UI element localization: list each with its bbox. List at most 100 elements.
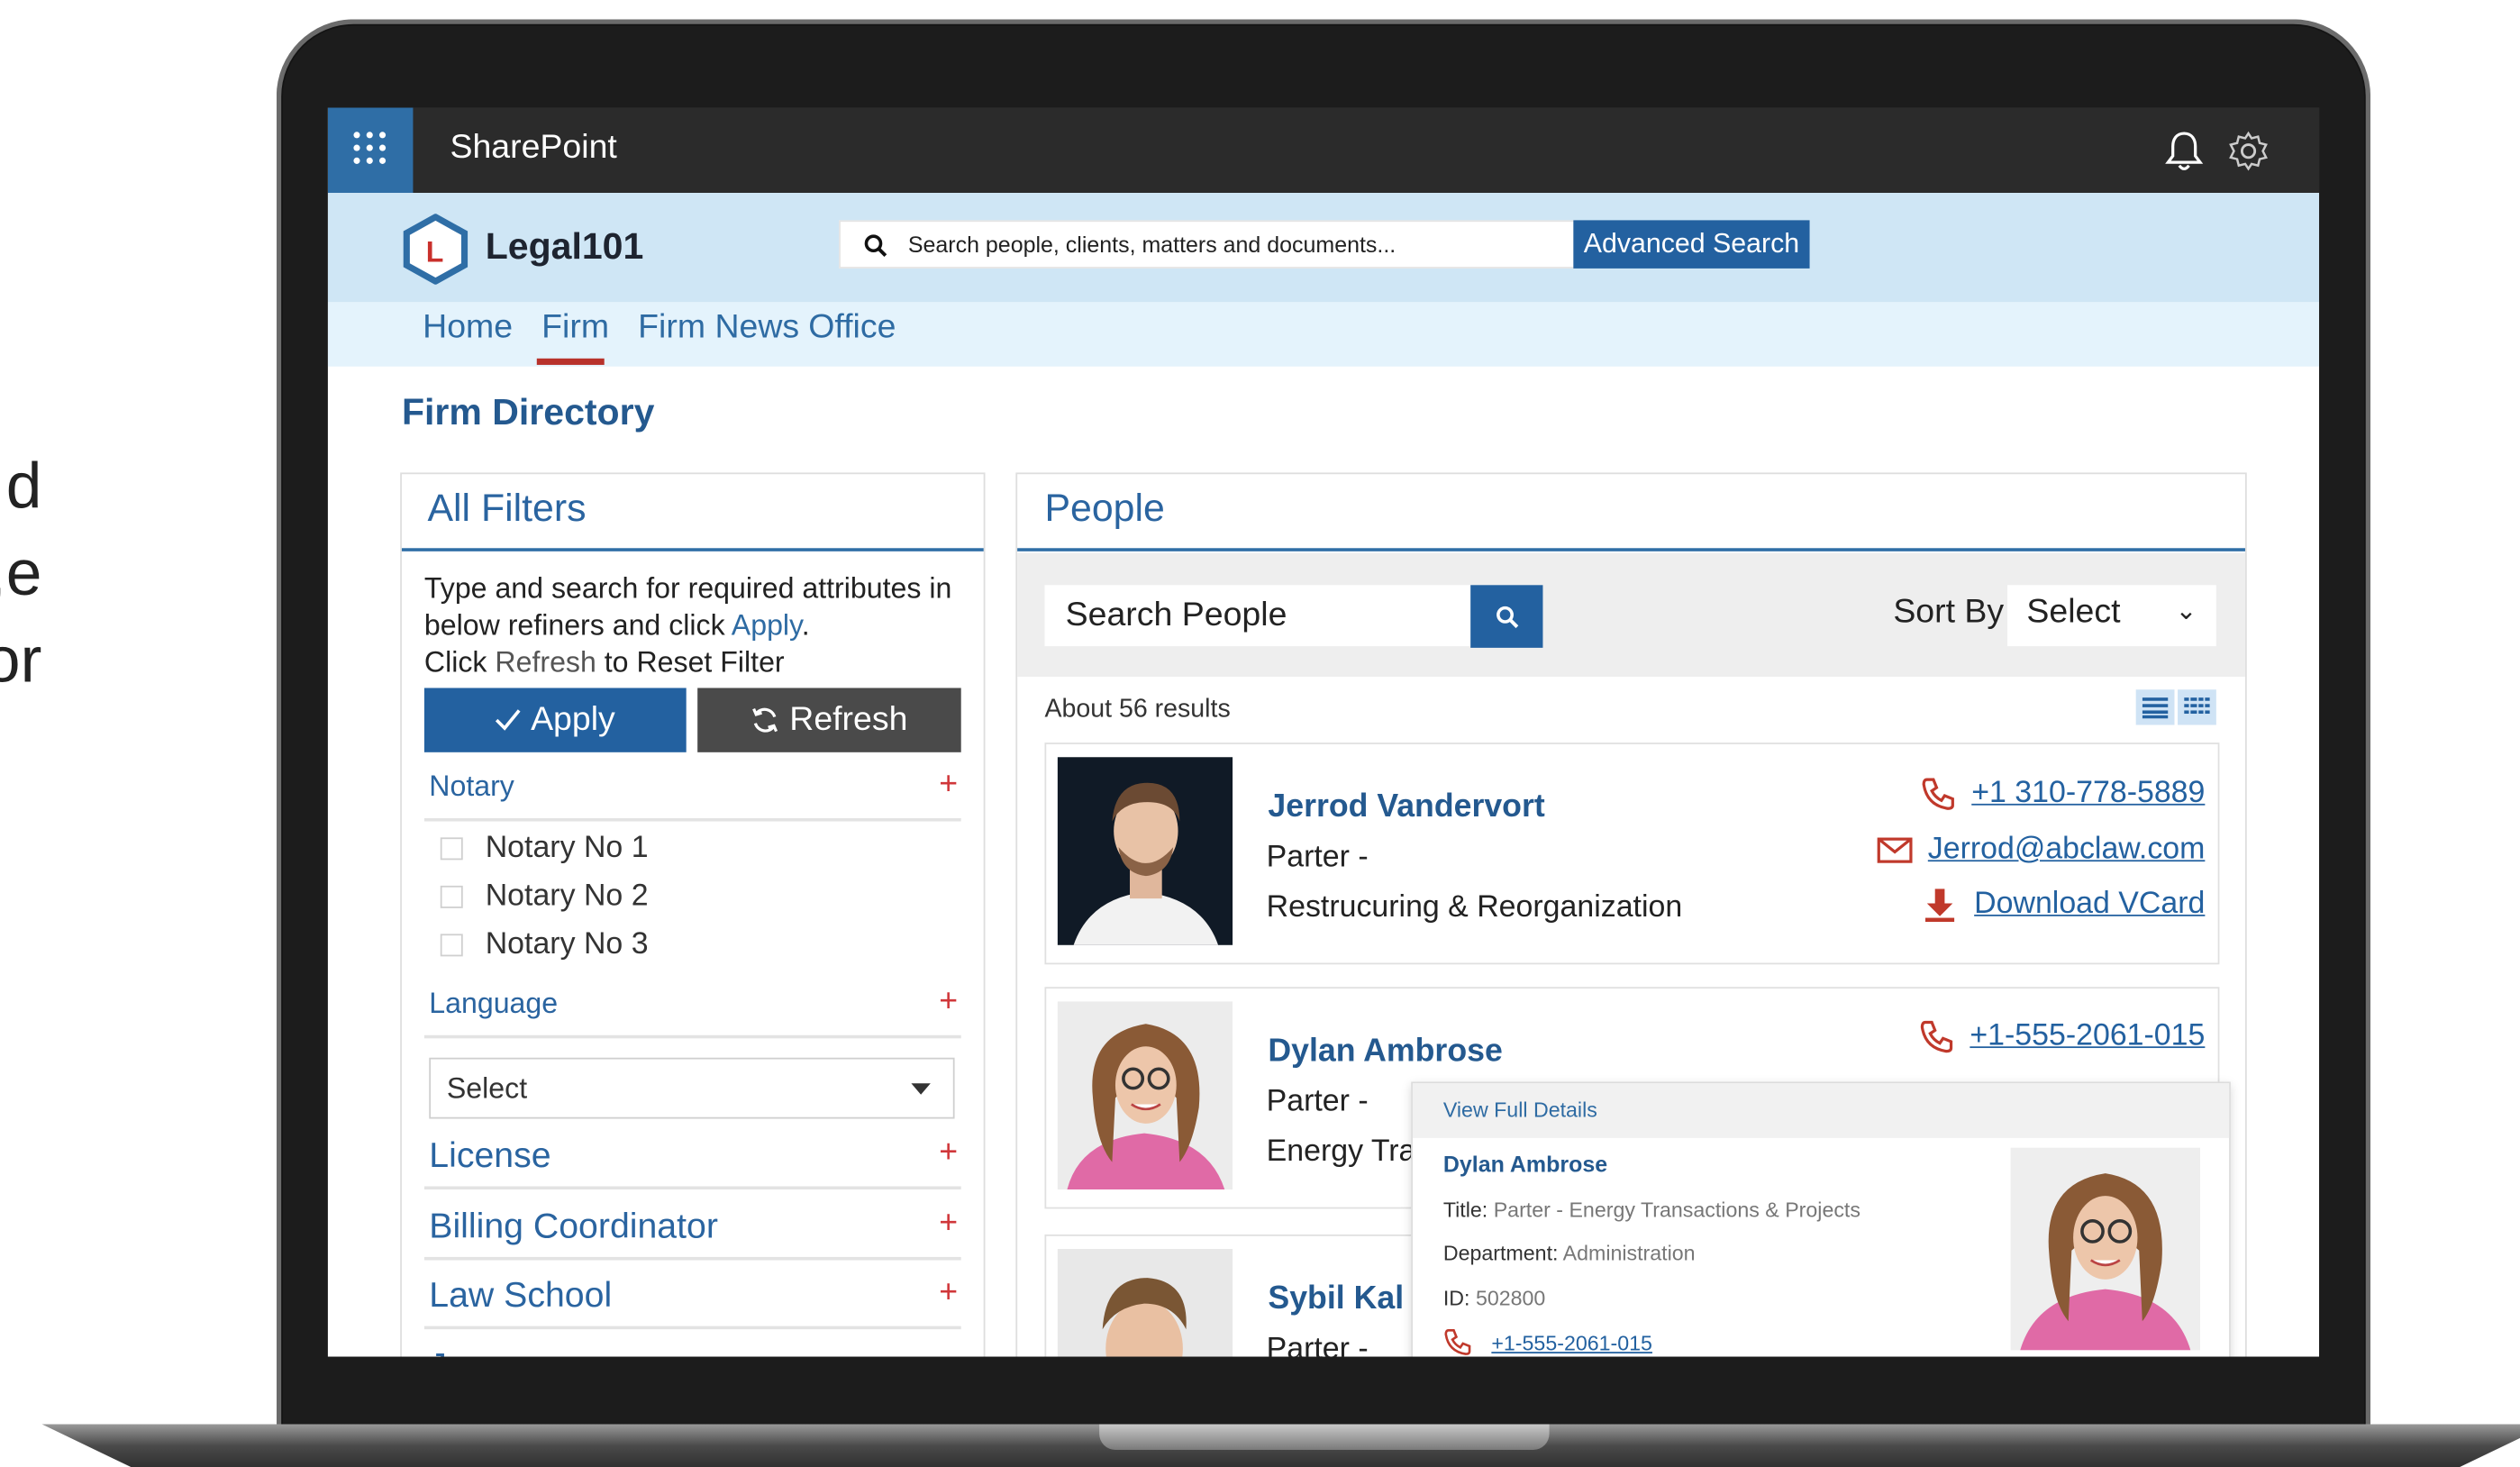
site-header: L Legal101 Advanced Search	[327, 193, 2320, 303]
global-search	[839, 220, 1576, 269]
refiner-law-school[interactable]: Law School +	[423, 1265, 961, 1330]
search-icon[interactable]	[863, 233, 889, 260]
phone-contact[interactable]: +1-555-2061-015	[1918, 1019, 2205, 1054]
person-card[interactable]: Jerrod Vandervort Parter - Restrucuring …	[1044, 743, 2220, 965]
person-photo	[1057, 757, 1233, 945]
popup-person-name[interactable]: Dylan Ambrose	[1443, 1151, 1607, 1177]
popup-person-photo	[2010, 1147, 2201, 1351]
language-select[interactable]: Select	[429, 1057, 955, 1119]
apply-button[interactable]: Apply	[423, 688, 687, 752]
checkmark-icon	[496, 709, 521, 731]
phone-link[interactable]: +1-555-2061-015	[1970, 1019, 2205, 1054]
vcard-download[interactable]: Download VCard	[1923, 888, 2205, 923]
person-photo	[1057, 1249, 1233, 1357]
person-details-popup: View Full Details Dylan Ambrose Title: P…	[1411, 1081, 2231, 1357]
app-launcher-icon[interactable]	[327, 107, 414, 194]
refresh-link[interactable]: Refresh	[495, 646, 596, 679]
nav-item-office[interactable]: Office	[808, 308, 896, 347]
laptop-screen: SharePoint L Legal101 Search people, cli…	[327, 107, 2320, 1357]
phone-link[interactable]: +1 310-778-5889	[1971, 777, 2205, 812]
person-name-link[interactable]: Jerrod Vandervort	[1268, 789, 1544, 826]
person-title: Parter -	[1266, 1085, 1369, 1119]
page-title: Firm Directory	[401, 390, 655, 433]
nav-active-indicator	[536, 358, 605, 365]
chevron-down-icon: ⌄	[2175, 597, 2197, 625]
side-caption-line: d	[5, 451, 42, 523]
suite-title[interactable]: SharePoint	[450, 129, 616, 168]
apply-link[interactable]: Apply	[732, 609, 802, 642]
refiner-notary[interactable]: Notary +	[423, 763, 961, 822]
dropdown-caret-icon	[911, 1083, 931, 1095]
global-search-input[interactable]	[907, 222, 1568, 268]
grid-view-icon	[2184, 697, 2210, 715]
expand-plus-icon[interactable]: +	[939, 1275, 958, 1312]
refresh-button[interactable]: Refresh	[697, 688, 961, 752]
refiner-partial[interactable]: Ju	[424, 1335, 961, 1356]
expand-plus-icon[interactable]: +	[939, 767, 958, 804]
person-department: Energy Tran	[1266, 1134, 1433, 1169]
nav-item-home[interactable]: Home	[423, 308, 513, 347]
sort-by-select[interactable]: Select ⌄	[2006, 585, 2216, 647]
email-contact[interactable]: Jerrod@abclaw.com	[1876, 833, 2206, 868]
grid-view-button[interactable]	[2178, 689, 2216, 725]
sort-by-label: Sort By	[1893, 593, 2005, 631]
popup-title-row: Title: Parter - Energy Transactions & Pr…	[1442, 1197, 1860, 1222]
checkbox[interactable]	[440, 885, 463, 908]
expand-plus-icon[interactable]: +	[939, 984, 958, 1021]
person-name-link[interactable]: Sybil Kal	[1268, 1281, 1404, 1318]
refresh-icon	[752, 707, 778, 733]
refiner-billing-coordinator[interactable]: Billing Coordinator +	[423, 1196, 961, 1261]
side-caption-line: or	[0, 624, 42, 697]
person-title: Parter -	[1266, 840, 1369, 875]
checkbox[interactable]	[440, 934, 463, 957]
list-view-button[interactable]	[2135, 689, 2175, 725]
people-search-button[interactable]	[1470, 585, 1543, 648]
notary-option[interactable]: Notary No 2	[440, 879, 649, 915]
person-department: Restrucuring & Reorganization	[1266, 890, 1683, 925]
nav-item-firm-news[interactable]: Firm News	[638, 308, 799, 347]
phone-contact[interactable]: +1 310-778-5889	[1920, 777, 2205, 812]
refiner-language[interactable]: Language +	[423, 980, 961, 1039]
person-name-link[interactable]: Dylan Ambrose	[1268, 1034, 1502, 1071]
filters-instructions: Type and search for required attributes …	[423, 572, 952, 679]
mail-icon	[1876, 837, 1912, 863]
people-title: People	[1017, 474, 2245, 551]
people-toolbar: Sort By Select ⌄	[1017, 552, 2245, 677]
gear-icon[interactable]	[2224, 127, 2273, 176]
expand-plus-icon[interactable]: +	[939, 1206, 958, 1243]
refiner-license[interactable]: License +	[423, 1125, 961, 1190]
site-logo-text[interactable]: Legal101	[486, 225, 644, 269]
view-full-details-link[interactable]: View Full Details	[1412, 1083, 2230, 1138]
people-search-input[interactable]	[1044, 585, 1471, 647]
top-navigation: Home Firm Firm News Office	[327, 302, 2320, 367]
person-photo	[1057, 1001, 1233, 1190]
popup-phone-link[interactable]: +1-555-2061-015	[1491, 1330, 1652, 1354]
expand-plus-icon[interactable]: +	[939, 1134, 958, 1171]
download-icon	[1925, 888, 1955, 923]
side-caption: d e, or	[0, 443, 41, 704]
phone-icon	[1922, 778, 1954, 810]
results-count: About 56 results	[1044, 696, 1231, 724]
popup-phone[interactable]: +1-555-2061-015	[1443, 1327, 1652, 1356]
marketing-stage: d e, or SharePoint	[0, 0, 2520, 1467]
legal101-logo-icon[interactable]: L	[402, 214, 469, 285]
notary-option[interactable]: Notary No 1	[440, 831, 649, 866]
advanced-search-button[interactable]: Advanced Search	[1573, 220, 1810, 269]
filters-title: All Filters	[401, 474, 984, 551]
email-link[interactable]: Jerrod@abclaw.com	[1928, 833, 2206, 868]
filters-panel: All Filters Type and search for required…	[400, 472, 986, 1357]
list-view-icon	[2142, 697, 2169, 719]
bell-icon[interactable]	[2160, 127, 2208, 176]
download-vcard-link[interactable]: Download VCard	[1974, 888, 2205, 923]
side-caption-line: e,	[0, 538, 42, 610]
popup-id-row: ID: 502800	[1442, 1286, 1546, 1310]
nav-item-firm[interactable]: Firm	[541, 308, 609, 347]
laptop-notch	[1099, 1424, 1550, 1450]
search-icon	[1496, 605, 1518, 628]
suite-bar: SharePoint	[327, 107, 2320, 194]
notary-option[interactable]: Notary No 3	[440, 927, 649, 962]
checkbox[interactable]	[440, 837, 463, 861]
svg-text:L: L	[426, 236, 444, 269]
popup-department-row: Department: Administration	[1442, 1241, 1696, 1265]
person-title: Parter -	[1266, 1332, 1369, 1357]
